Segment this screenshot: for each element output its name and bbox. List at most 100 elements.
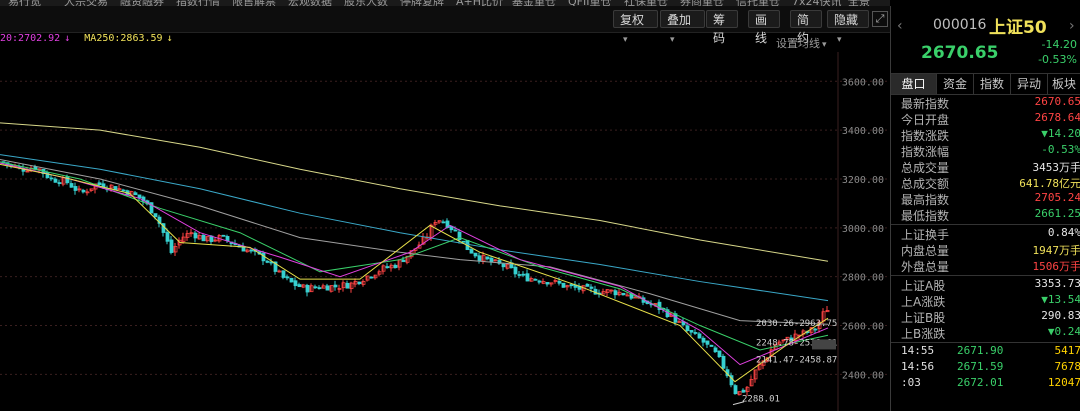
candle-body	[225, 236, 230, 242]
candle-body	[461, 240, 466, 243]
candle-body	[525, 273, 530, 282]
candle-body	[477, 255, 482, 261]
stat-label: 上B涨跌	[901, 327, 946, 341]
hide-button[interactable]: 隐藏 ▾	[827, 10, 869, 45]
candle-body	[393, 264, 398, 269]
stat-label: 上A涨跌	[901, 295, 946, 309]
tick-volume: 12047	[1047, 376, 1080, 389]
stat-value: 1506万手	[1032, 260, 1080, 273]
candle-body	[621, 292, 626, 296]
candle-body	[133, 192, 138, 196]
candle-body	[313, 286, 318, 289]
candle-body	[289, 277, 294, 283]
stat-value: 2678.64	[1034, 111, 1080, 124]
candle-body	[201, 234, 206, 242]
prev-stock-icon[interactable]: ‹	[897, 18, 903, 34]
stat-value: 1947万手	[1032, 244, 1080, 257]
ma-settings-button[interactable]: 设置均线 ▾	[776, 35, 827, 51]
y-tick-label: 2400.00	[842, 370, 884, 381]
stat-value: -0.53%	[1041, 143, 1080, 156]
candle-body	[325, 285, 330, 291]
ma60-line	[0, 158, 829, 325]
ma250-value: MA250:2863.59	[84, 33, 163, 44]
candle-body	[65, 176, 70, 184]
candle-body	[689, 330, 694, 333]
restore-rights-label: 复权	[620, 13, 645, 27]
candle-body	[121, 189, 126, 192]
candle-body	[369, 276, 374, 279]
chevron-down-icon: ▾	[837, 35, 842, 45]
stat-label: 内盘总量	[901, 244, 950, 258]
candle-body	[713, 347, 718, 353]
tick-volume: 7678	[1054, 360, 1080, 373]
ma120-line	[0, 154, 829, 302]
candle-body	[401, 259, 406, 263]
y-tick-label: 3200.00	[842, 175, 884, 186]
divider	[891, 275, 1080, 276]
candle-body	[453, 229, 458, 232]
candle-body	[589, 286, 594, 289]
candle-body	[49, 177, 54, 180]
overlay-button[interactable]: 叠加 ▾	[660, 10, 705, 45]
candlestick-chart[interactable]: 3600.00 3400.00 3200.00 3000.00 2800.00 2600.…	[0, 52, 890, 411]
stat-label: 上证B股	[901, 311, 946, 325]
candle-body	[57, 182, 62, 185]
chevron-down-icon: ▾	[623, 35, 628, 45]
candle-body	[489, 257, 494, 263]
candle-body	[81, 189, 86, 193]
candle-body	[517, 274, 522, 276]
stat-label: 上证A股	[901, 279, 946, 293]
chart-canvas[interactable]: 3600.00 3400.00 3200.00 3000.00 2800.00 2600.…	[0, 52, 890, 411]
stat-value: 290.83	[1041, 309, 1080, 322]
candle-body	[357, 281, 362, 285]
stat-value: 3353.73	[1034, 277, 1080, 290]
candle-body	[473, 252, 478, 257]
down-arrow-icon: ↓	[166, 33, 173, 44]
divider	[891, 342, 1080, 343]
quote-panel: ‹ 000016 上证50 › 2670.65 -14.20 -0.53% 盘口…	[890, 6, 1080, 411]
tab-sectors[interactable]: 板块	[1048, 74, 1080, 94]
y-tick-label: 3400.00	[842, 126, 884, 137]
candle-body	[193, 232, 198, 239]
candle-body	[513, 266, 518, 275]
stat-row: 上A涨跌 ▼13.54	[891, 293, 1080, 309]
candle-body	[293, 280, 298, 287]
chips-button[interactable]: 筹码	[706, 10, 738, 45]
tab-order-book[interactable]: 盘口	[891, 74, 937, 94]
annotation-low: 2141.47-2458.87	[756, 356, 837, 366]
simple-mode-button[interactable]: 简约	[790, 10, 822, 45]
stat-label: 最高指数	[901, 193, 950, 207]
candle-body	[249, 249, 254, 252]
stat-value: 0.84%	[1047, 226, 1080, 239]
tick-row: :03 2672.01 12047	[891, 376, 1080, 392]
ma20-value: 20:2702.92	[0, 33, 61, 44]
next-stock-icon[interactable]: ›	[1069, 18, 1075, 34]
candle-body	[97, 182, 102, 186]
candle-body	[569, 284, 574, 287]
stat-value: 2705.24	[1034, 191, 1080, 204]
tick-price: 2671.90	[957, 344, 1004, 357]
tab-alerts[interactable]: 异动	[1011, 74, 1048, 94]
candle-body	[305, 284, 310, 293]
y-tick-label: 3000.00	[842, 224, 884, 235]
stat-row: 上证A股 3353.73	[891, 277, 1080, 293]
candle-body	[137, 194, 142, 199]
candle-body	[501, 263, 506, 268]
candle-body	[53, 178, 58, 183]
restore-rights-button[interactable]: 复权 ▾	[613, 10, 658, 45]
draw-line-button[interactable]: 画线	[748, 10, 780, 45]
tab-index[interactable]: 指数	[974, 74, 1011, 94]
candle-body	[73, 186, 78, 191]
candle-body	[485, 256, 490, 260]
candle-body	[585, 283, 590, 287]
candle-body	[545, 282, 550, 285]
chevron-down-icon: ▾	[670, 35, 675, 45]
fullscreen-icon[interactable]: ⤢	[872, 11, 888, 27]
annotation-min: 2288.01	[742, 394, 780, 404]
tick-time: 14:55	[901, 344, 935, 357]
y-tick-label: 2600.00	[842, 322, 884, 333]
panel-tabs: 盘口 资金 指数 异动 板块	[891, 73, 1080, 95]
candle-body	[441, 221, 446, 224]
candle-body	[317, 287, 322, 290]
tab-capital[interactable]: 资金	[937, 74, 974, 94]
